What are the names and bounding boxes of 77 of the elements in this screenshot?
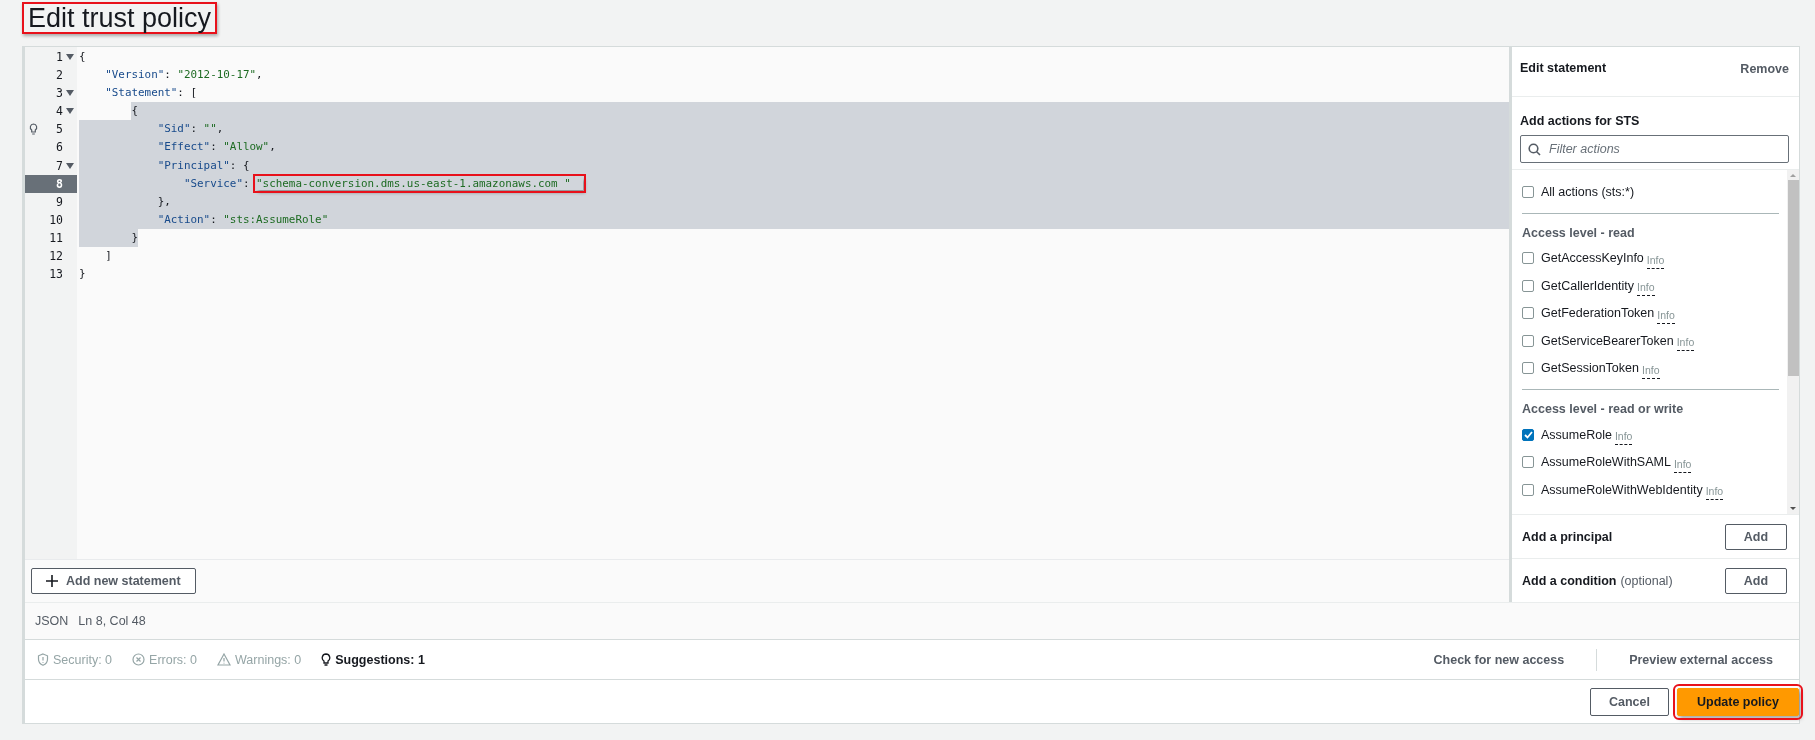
finding-count[interactable]: Security: 0	[53, 652, 113, 667]
checkbox[interactable]	[1522, 428, 1534, 441]
error-icon	[132, 653, 146, 666]
finding-count[interactable]: Errors: 0	[149, 652, 197, 667]
line-number: 4	[55, 103, 63, 121]
fold-arrow-icon[interactable]	[65, 161, 75, 170]
line-number: 2	[55, 67, 63, 85]
action-label: GetCallerIdentity	[1541, 278, 1635, 293]
info-link[interactable]: Info	[1642, 363, 1660, 379]
checkbox[interactable]	[1522, 334, 1534, 347]
line-number: 11	[48, 229, 63, 247]
checkbox[interactable]	[1522, 307, 1534, 320]
code-line: "Statement": [	[104, 85, 199, 102]
line-number: 9	[55, 193, 63, 211]
action-label: AssumeRoleWithWebIdentity	[1541, 482, 1703, 497]
language-label: JSON	[35, 614, 69, 628]
info-link[interactable]: Info	[1646, 253, 1665, 269]
code-line: ]	[104, 248, 113, 265]
info-link[interactable]: Info	[1614, 430, 1633, 446]
plus-icon	[46, 575, 58, 587]
warning-icon	[217, 653, 231, 666]
code-line: "Version": "2012-10-17",	[104, 67, 264, 84]
line-number: 13	[48, 266, 63, 284]
shield-icon	[37, 653, 49, 666]
line-number: 3	[55, 85, 63, 103]
search-field[interactable]: Filter actions	[1520, 135, 1789, 163]
info-link[interactable]: Info	[1657, 308, 1675, 324]
info-link[interactable]: Info	[1705, 485, 1724, 501]
cursor-position: Ln 8, Col 48	[78, 614, 146, 628]
page-title: Edit trust policy	[22, 2, 218, 34]
info-link[interactable]: Info	[1676, 336, 1695, 352]
checkbox[interactable]	[1522, 279, 1534, 292]
info-link[interactable]: Info	[1673, 457, 1692, 473]
fold-arrow-icon[interactable]	[65, 89, 75, 98]
add-statement-button[interactable]: Add new statement	[31, 568, 196, 594]
action-label: AssumeRole	[1541, 427, 1612, 442]
checkbox[interactable]	[1522, 362, 1534, 375]
code-line: }	[78, 266, 87, 283]
checkbox[interactable]	[1522, 185, 1534, 198]
fold-arrow-icon[interactable]	[65, 53, 75, 61]
info-link[interactable]: Info	[1637, 281, 1655, 297]
finding-count[interactable]: Warnings: 0	[235, 652, 302, 667]
action-label: GetSessionToken	[1541, 361, 1639, 376]
line-number: 1	[55, 49, 63, 66]
line-number: 12	[48, 248, 63, 266]
finding-count[interactable]: Suggestions: 1	[335, 652, 425, 667]
group-title: Access level - read	[1522, 225, 1635, 240]
code-line: {	[78, 49, 87, 65]
section-label: Add a principal	[1522, 529, 1613, 544]
action-label: GetFederationToken	[1541, 306, 1655, 321]
scrollbar[interactable]	[1787, 170, 1799, 514]
line-number: 5	[55, 121, 63, 139]
group-title: Access level - read or write	[1522, 402, 1684, 416]
fold-arrow-icon[interactable]	[65, 107, 75, 116]
action-label: GetServiceBearerToken	[1541, 333, 1674, 348]
add-button[interactable]: Add	[1725, 523, 1787, 550]
remove-button[interactable]: Remove	[1740, 61, 1789, 76]
checkbox[interactable]	[1522, 252, 1534, 265]
access-link[interactable]: Preview external access	[1617, 652, 1785, 667]
section-label: Add a condition (optional)	[1522, 573, 1673, 588]
checkbox[interactable]	[1522, 456, 1534, 469]
action-label: AssumeRoleWithSAML	[1541, 455, 1671, 470]
line-number: 10	[48, 211, 63, 229]
secondary-button[interactable]: Cancel	[1590, 687, 1669, 716]
checkbox[interactable]	[1522, 483, 1534, 496]
lightbulb-icon[interactable]	[29, 123, 38, 136]
lightbulb-icon	[321, 653, 332, 666]
section-title: Add actions for STS	[1520, 114, 1640, 128]
access-link[interactable]: Check for new access	[1421, 652, 1577, 667]
line-number: 8	[55, 175, 63, 193]
add-button[interactable]: Add	[1725, 567, 1787, 594]
line-number: 7	[55, 157, 63, 175]
line-number: 6	[55, 139, 63, 157]
panel-title: Edit statement	[1520, 61, 1607, 77]
action-label: All actions (sts:*)	[1541, 184, 1635, 199]
search-icon	[1528, 143, 1541, 156]
action-label: GetAccessKeyInfo	[1541, 251, 1644, 266]
